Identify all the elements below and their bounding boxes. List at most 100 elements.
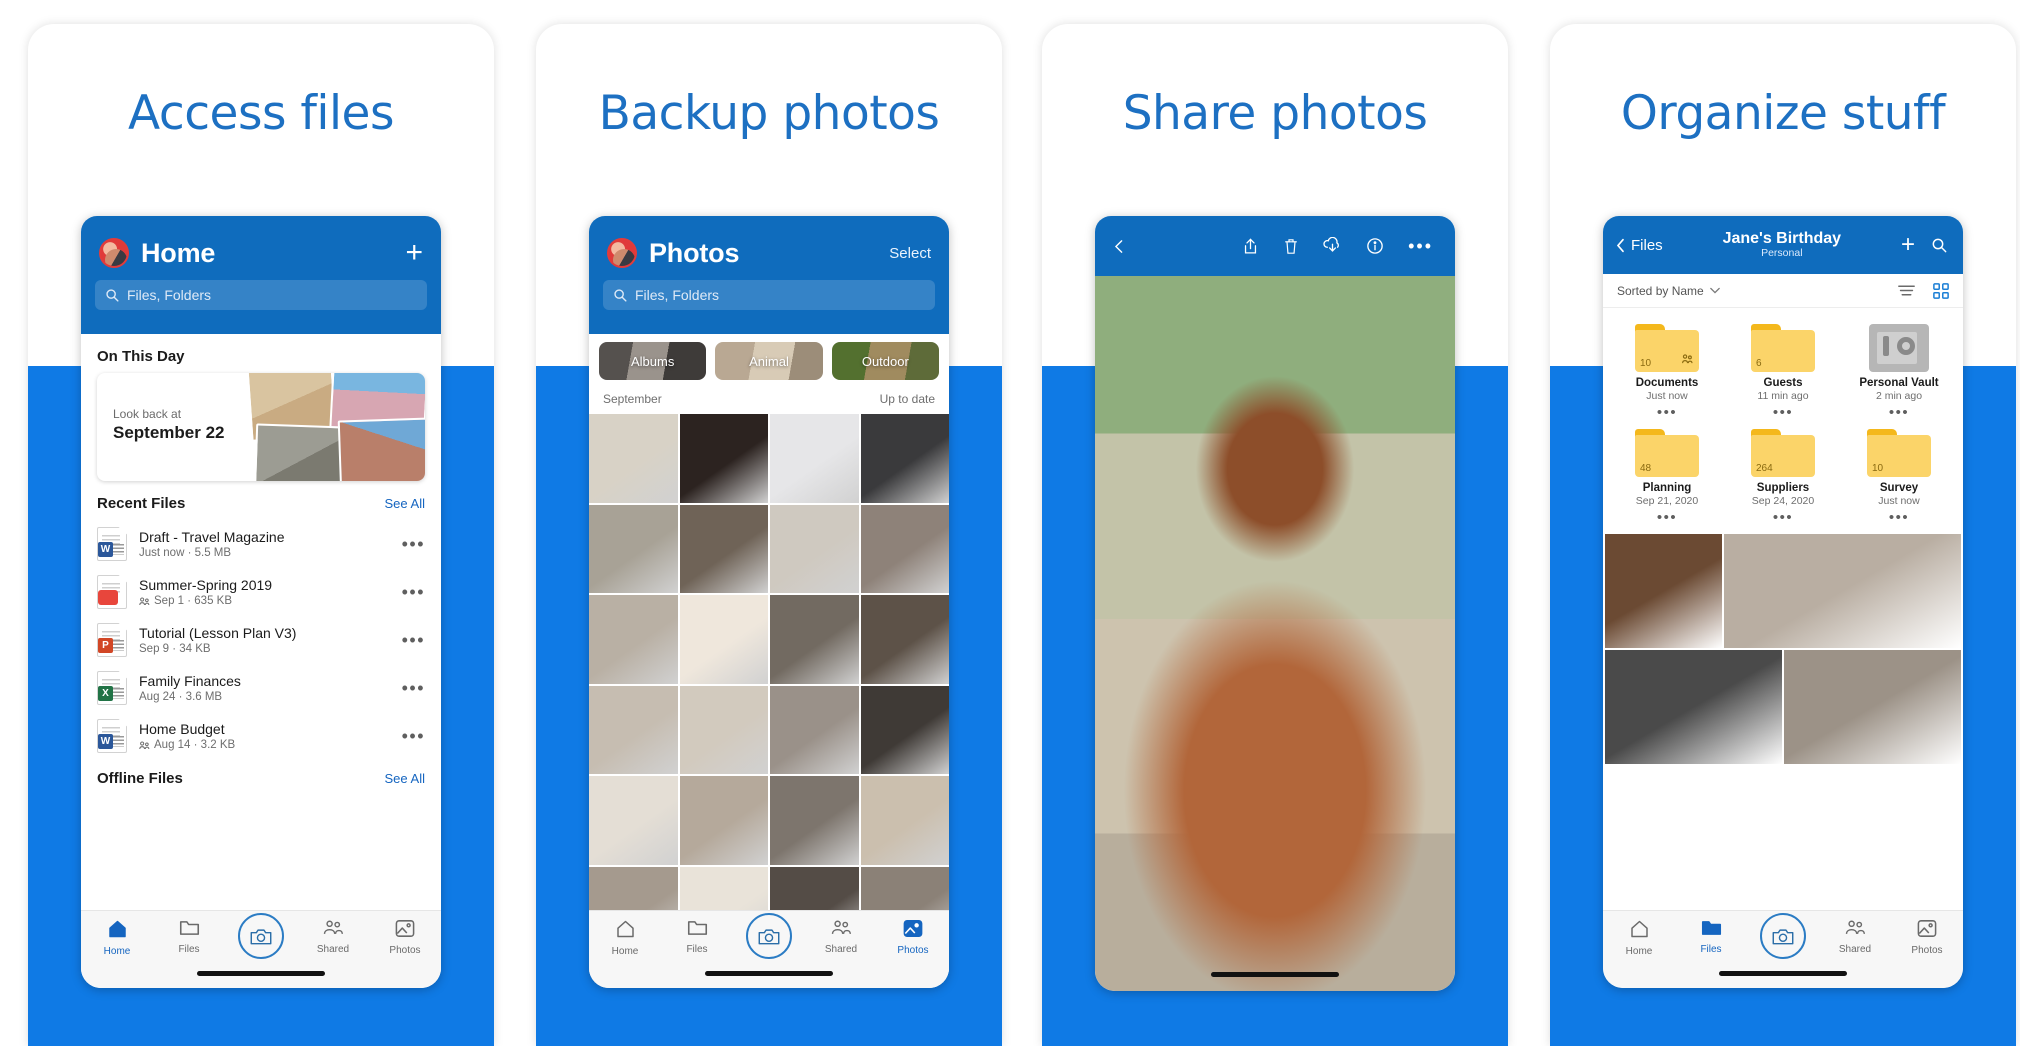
nav-item-shared[interactable]: Shared <box>301 919 365 955</box>
photo-thumbnail[interactable] <box>1784 650 1961 764</box>
nav-item-home[interactable]: Home <box>1607 919 1671 957</box>
photo-thumbnail[interactable] <box>860 776 949 865</box>
share-icon[interactable] <box>1242 237 1259 256</box>
photo-thumbnail[interactable] <box>860 414 949 503</box>
nav-item-photos[interactable]: Photos <box>1895 919 1959 956</box>
screenshot-card-2: Backup photos Photos Select Files, Folde… <box>536 24 1002 1046</box>
photo-thumbnail[interactable] <box>679 595 768 684</box>
list-item[interactable]: X Family Finances Aug 24 · 3.6 MB ••• <box>81 664 441 712</box>
ellipsis-icon[interactable]: ••• <box>1725 404 1841 421</box>
file-meta: Aug 24 · 3.6 MB <box>139 691 223 703</box>
ellipsis-icon[interactable]: ••• <box>394 631 425 649</box>
file-name: Family Finances <box>139 673 241 689</box>
camera-button[interactable] <box>737 913 801 959</box>
photo-thumbnail[interactable] <box>679 685 768 774</box>
ellipsis-icon[interactable]: ••• <box>1841 404 1957 421</box>
photo-thumbnail[interactable] <box>679 414 768 503</box>
folder-item[interactable]: 264 Suppliers Sep 24, 2020 ••• <box>1725 423 1841 528</box>
photo-thumbnail[interactable] <box>1605 650 1782 764</box>
photo-thumbnail[interactable] <box>679 504 768 593</box>
ellipsis-icon[interactable]: ••• <box>394 535 425 553</box>
ellipsis-icon[interactable]: ••• <box>394 583 425 601</box>
nav-item-files[interactable]: Files <box>1679 919 1743 955</box>
photo-thumbnail[interactable] <box>860 504 949 593</box>
see-all-offline[interactable]: See All <box>385 771 425 786</box>
ellipsis-icon[interactable]: ••• <box>1609 509 1725 526</box>
chevron-down-icon[interactable] <box>1709 287 1720 294</box>
photo-thumbnail[interactable] <box>860 595 949 684</box>
album-chip[interactable]: Outdoor <box>831 342 939 380</box>
list-item[interactable]: Summer-Spring 2019 Sep 1 · 635 KB ••• <box>81 568 441 616</box>
camera-button[interactable] <box>1751 913 1815 959</box>
ellipsis-icon[interactable]: ••• <box>394 727 425 745</box>
photo-thumbnail[interactable] <box>589 504 678 593</box>
photo-thumbnail[interactable] <box>589 776 678 865</box>
info-icon[interactable] <box>1366 237 1384 255</box>
folder-date: Just now <box>1878 495 1920 507</box>
folder-item[interactable]: Personal Vault 2 min ago ••• <box>1841 318 1957 423</box>
photo-thumbnail[interactable] <box>589 595 678 684</box>
folder-name: Guests <box>1763 377 1803 389</box>
photo-thumbnail[interactable] <box>770 685 859 774</box>
ellipsis-icon[interactable]: ••• <box>1408 237 1433 255</box>
folder-icon <box>687 921 708 941</box>
ellipsis-icon[interactable]: ••• <box>394 679 425 697</box>
app-store-screenshot-gallery: Access files Home + Files, Folders On Th… <box>0 0 2020 1046</box>
folder-item[interactable]: 10 Survey Just now ••• <box>1841 423 1957 528</box>
list-item[interactable]: W Draft - Travel Magazine Just now · 5.5… <box>81 520 441 568</box>
nav-item-home[interactable]: Home <box>593 919 657 957</box>
nav-item-shared[interactable]: Shared <box>809 919 873 955</box>
folder-item[interactable]: 6 Guests 11 min ago ••• <box>1725 318 1841 423</box>
nav-item-photos[interactable]: Photos <box>881 919 945 956</box>
folder-item[interactable]: 10 Documents Just now ••• <box>1609 318 1725 423</box>
sort-label[interactable]: Sorted by Name <box>1617 284 1704 298</box>
search-input[interactable]: Files, Folders <box>603 280 935 310</box>
nav-item-home[interactable]: Home <box>85 919 149 957</box>
album-chip[interactable]: Animal <box>715 342 823 380</box>
nav-item-shared[interactable]: Shared <box>1823 919 1887 955</box>
photo-thumbnail[interactable] <box>770 595 859 684</box>
list-item[interactable]: P Tutorial (Lesson Plan V3) Sep 9 · 34 K… <box>81 616 441 664</box>
file-meta: Aug 14 · 3.2 KB <box>139 739 394 751</box>
select-button[interactable]: Select <box>889 245 931 262</box>
album-chip[interactable]: Albums <box>599 342 707 380</box>
nav-item-files[interactable]: Files <box>157 919 221 955</box>
photo-thumbnail[interactable] <box>770 504 859 593</box>
chevron-left-icon[interactable] <box>1111 238 1128 255</box>
see-all-recent[interactable]: See All <box>385 496 425 511</box>
ellipsis-icon[interactable]: ••• <box>1841 509 1957 526</box>
photo-thumbnail[interactable] <box>770 414 859 503</box>
file-type-icon: W <box>97 527 127 561</box>
ellipsis-icon[interactable]: ••• <box>1725 509 1841 526</box>
list-item[interactable]: W Home Budget Aug 14 · 3.2 KB ••• <box>81 712 441 760</box>
avatar[interactable] <box>99 238 129 268</box>
search-icon[interactable] <box>1931 237 1947 253</box>
nav-item-photos[interactable]: Photos <box>373 919 437 956</box>
ellipsis-icon[interactable]: ••• <box>1609 404 1725 421</box>
photo-icon <box>1917 920 1937 942</box>
plus-icon[interactable]: + <box>405 238 423 268</box>
photo-thumbnail[interactable] <box>589 414 678 503</box>
on-this-day-card[interactable]: Look back at September 22 <box>97 373 425 481</box>
file-name: Draft - Travel Magazine <box>139 529 285 545</box>
nav-item-files[interactable]: Files <box>665 919 729 955</box>
photo-thumbnail[interactable] <box>1724 534 1961 648</box>
bottom-navigation-home: Home Files Shared Photos <box>81 910 441 988</box>
photo-thumbnail[interactable] <box>679 776 768 865</box>
camera-button[interactable] <box>229 913 293 959</box>
folder-icon <box>1701 921 1722 941</box>
folder-item[interactable]: 48 Planning Sep 21, 2020 ••• <box>1609 423 1725 528</box>
photo-thumbnail[interactable] <box>770 776 859 865</box>
plus-icon[interactable]: + <box>1901 233 1915 257</box>
trash-icon[interactable] <box>1283 237 1299 256</box>
list-view-icon[interactable] <box>1898 284 1915 297</box>
download-cloud-icon[interactable] <box>1323 236 1342 256</box>
grid-view-icon[interactable] <box>1933 282 1949 299</box>
avatar[interactable] <box>607 238 637 268</box>
phone-mockup-photo-viewer: ••• <box>1095 216 1455 991</box>
photo-thumbnail[interactable] <box>1605 534 1723 648</box>
search-input[interactable]: Files, Folders <box>95 280 427 310</box>
back-button[interactable]: Files <box>1615 237 1663 254</box>
photo-thumbnail[interactable] <box>860 685 949 774</box>
photo-thumbnail[interactable] <box>589 685 678 774</box>
